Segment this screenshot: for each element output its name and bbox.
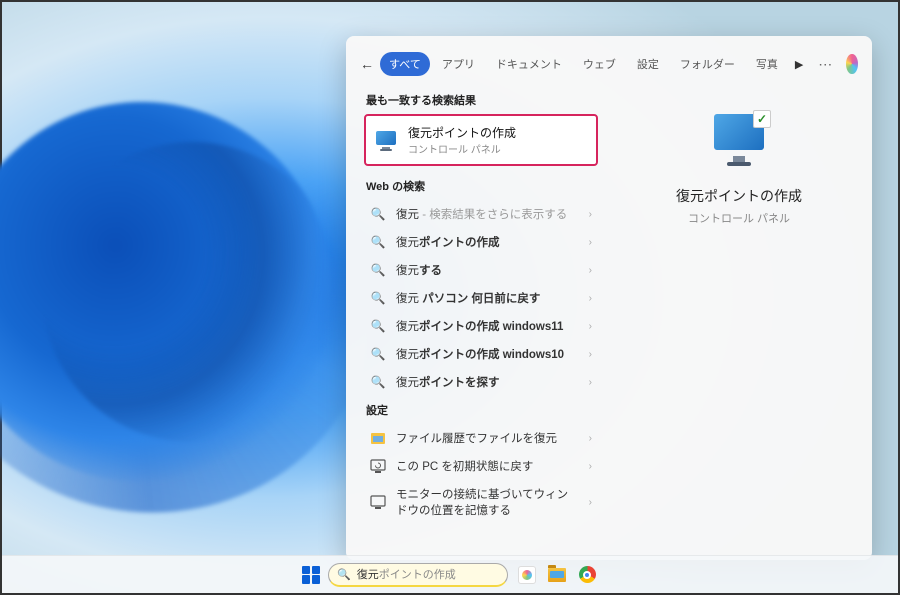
taskbar: 🔍 復元ポイントの作成 — [2, 555, 898, 593]
search-icon: 🔍 — [337, 568, 351, 581]
chevron-right-icon: › — [589, 237, 592, 248]
tab-documents[interactable]: ドキュメント — [487, 52, 571, 76]
web-result-item[interactable]: 🔍 復元ポイントを探す › — [364, 368, 598, 396]
search-icon: 🔍 — [370, 290, 386, 306]
web-result-item[interactable]: 🔍 復元する › — [364, 256, 598, 284]
taskbar-explorer-button[interactable] — [546, 564, 568, 586]
section-heading-best-match: 最も一致する検索結果 — [366, 92, 598, 108]
section-heading-web: Web の検索 — [366, 178, 598, 194]
search-icon: 🔍 — [370, 206, 386, 222]
chevron-right-icon: › — [589, 265, 592, 276]
web-result-label: 復元ポイントの作成 windows11 — [396, 318, 563, 334]
copilot-icon[interactable] — [846, 54, 858, 74]
chevron-right-icon: › — [589, 349, 592, 360]
chevron-right-icon: › — [589, 377, 592, 388]
settings-result-label: ファイル履歴でファイルを復元 — [396, 430, 557, 446]
chevron-right-icon: › — [589, 461, 592, 472]
tab-apps[interactable]: アプリ — [433, 52, 484, 76]
back-button[interactable]: ← — [360, 56, 374, 72]
settings-result-label: モニターの接続に基づいてウィンドウの位置を記憶する — [396, 486, 579, 518]
chevron-right-icon: › — [589, 433, 592, 444]
tab-folders[interactable]: フォルダー — [671, 52, 744, 76]
best-match-result[interactable]: 復元ポイントの作成 コントロール パネル — [364, 114, 598, 166]
tab-settings[interactable]: 設定 — [628, 52, 668, 76]
settings-results-list: ファイル履歴でファイルを復元›この PC を初期状態に戻す›モニターの接続に基づ… — [364, 424, 598, 524]
taskbar-search-box[interactable]: 🔍 復元ポイントの作成 — [328, 563, 508, 587]
best-match-title: 復元ポイントの作成 — [408, 124, 516, 141]
chevron-right-icon: › — [589, 321, 592, 332]
best-match-subtitle: コントロール パネル — [408, 141, 516, 156]
panel-header: ← すべて アプリ ドキュメント ウェブ 設定 フォルダー 写真 ▶ ⋯ — [346, 48, 872, 86]
web-result-item[interactable]: 🔍 復元ポイントの作成 › — [364, 228, 598, 256]
chevron-right-icon: › — [589, 209, 592, 220]
web-result-item[interactable]: 🔍 復元 パソコン 何日前に戻す › — [364, 284, 598, 312]
tab-web[interactable]: ウェブ — [574, 52, 625, 76]
tab-all[interactable]: すべて — [380, 52, 430, 76]
web-result-label: 復元ポイントの作成 — [396, 234, 500, 250]
results-left-pane: 最も一致する検索結果 復元ポイントの作成 コントロール パネル Web の検索 … — [346, 86, 606, 548]
web-result-label: 復元ポイントを探す — [396, 374, 500, 390]
chevron-right-icon: › — [589, 293, 592, 304]
web-result-label: 復元 パソコン 何日前に戻す — [396, 290, 540, 306]
tabs-next-button[interactable]: ▶ — [790, 58, 808, 71]
preview-subtitle: コントロール パネル — [688, 210, 790, 226]
web-results-list: 🔍 復元 - 検索結果をさらに表示する › 🔍 復元ポイントの作成 › 🔍 復元する › 🔍 復元 … — [364, 200, 598, 396]
search-icon: 🔍 — [370, 318, 386, 334]
search-icon: 🔍 — [370, 234, 386, 250]
search-icon: 🔍 — [370, 374, 386, 390]
taskbar-copilot-button[interactable] — [516, 564, 538, 586]
taskbar-chrome-button[interactable] — [576, 564, 598, 586]
web-result-item[interactable]: 🔍 復元ポイントの作成 windows10 › — [364, 340, 598, 368]
settings-result-item[interactable]: ファイル履歴でファイルを復元 › — [364, 424, 598, 452]
web-result-item[interactable]: 🔍 復元 - 検索結果をさらに表示する › — [364, 200, 598, 228]
start-button[interactable] — [302, 566, 320, 584]
tab-photos[interactable]: 写真 — [747, 52, 787, 76]
checkmark-icon: ✓ — [753, 110, 771, 128]
search-icon: 🔍 — [370, 346, 386, 362]
file-history-icon — [370, 430, 386, 446]
search-results-panel: ← すべて アプリ ドキュメント ウェブ 設定 フォルダー 写真 ▶ ⋯ 最も一… — [346, 36, 872, 560]
web-result-label: 復元 - 検索結果をさらに表示する — [396, 206, 567, 222]
search-typed: 復元 — [357, 566, 379, 582]
panel-body: 最も一致する検索結果 復元ポイントの作成 コントロール パネル Web の検索 … — [346, 86, 872, 548]
settings-result-label: この PC を初期状態に戻す — [396, 458, 533, 474]
system-restore-icon — [376, 131, 398, 149]
search-suggestion: ポイントの作成 — [379, 566, 456, 582]
web-result-label: 復元する — [396, 262, 442, 278]
search-query-display: 復元ポイントの作成 — [357, 566, 456, 582]
chevron-right-icon: › — [589, 497, 592, 508]
settings-result-item[interactable]: この PC を初期状態に戻す › — [364, 452, 598, 480]
search-icon: 🔍 — [370, 262, 386, 278]
preview-app-icon: ✓ — [707, 114, 771, 168]
web-result-label: 復元ポイントの作成 windows10 — [396, 346, 564, 362]
settings-result-item[interactable]: モニターの接続に基づいてウィンドウの位置を記憶する › — [364, 480, 598, 524]
filter-tabs: すべて アプリ ドキュメント ウェブ 設定 フォルダー 写真 ▶ — [380, 52, 808, 76]
section-heading-settings: 設定 — [366, 402, 598, 418]
web-result-item[interactable]: 🔍 復元ポイントの作成 windows11 › — [364, 312, 598, 340]
preview-title: 復元ポイントの作成 — [676, 186, 802, 206]
monitor-pos-icon — [370, 494, 386, 510]
more-options-button[interactable]: ⋯ — [814, 56, 836, 73]
preview-pane: ✓ 復元ポイントの作成 コントロール パネル — [606, 86, 872, 548]
best-match-text: 復元ポイントの作成 コントロール パネル — [408, 124, 516, 156]
reset-pc-icon — [370, 458, 386, 474]
desktop-wallpaper: ← すべて アプリ ドキュメント ウェブ 設定 フォルダー 写真 ▶ ⋯ 最も一… — [0, 0, 900, 595]
